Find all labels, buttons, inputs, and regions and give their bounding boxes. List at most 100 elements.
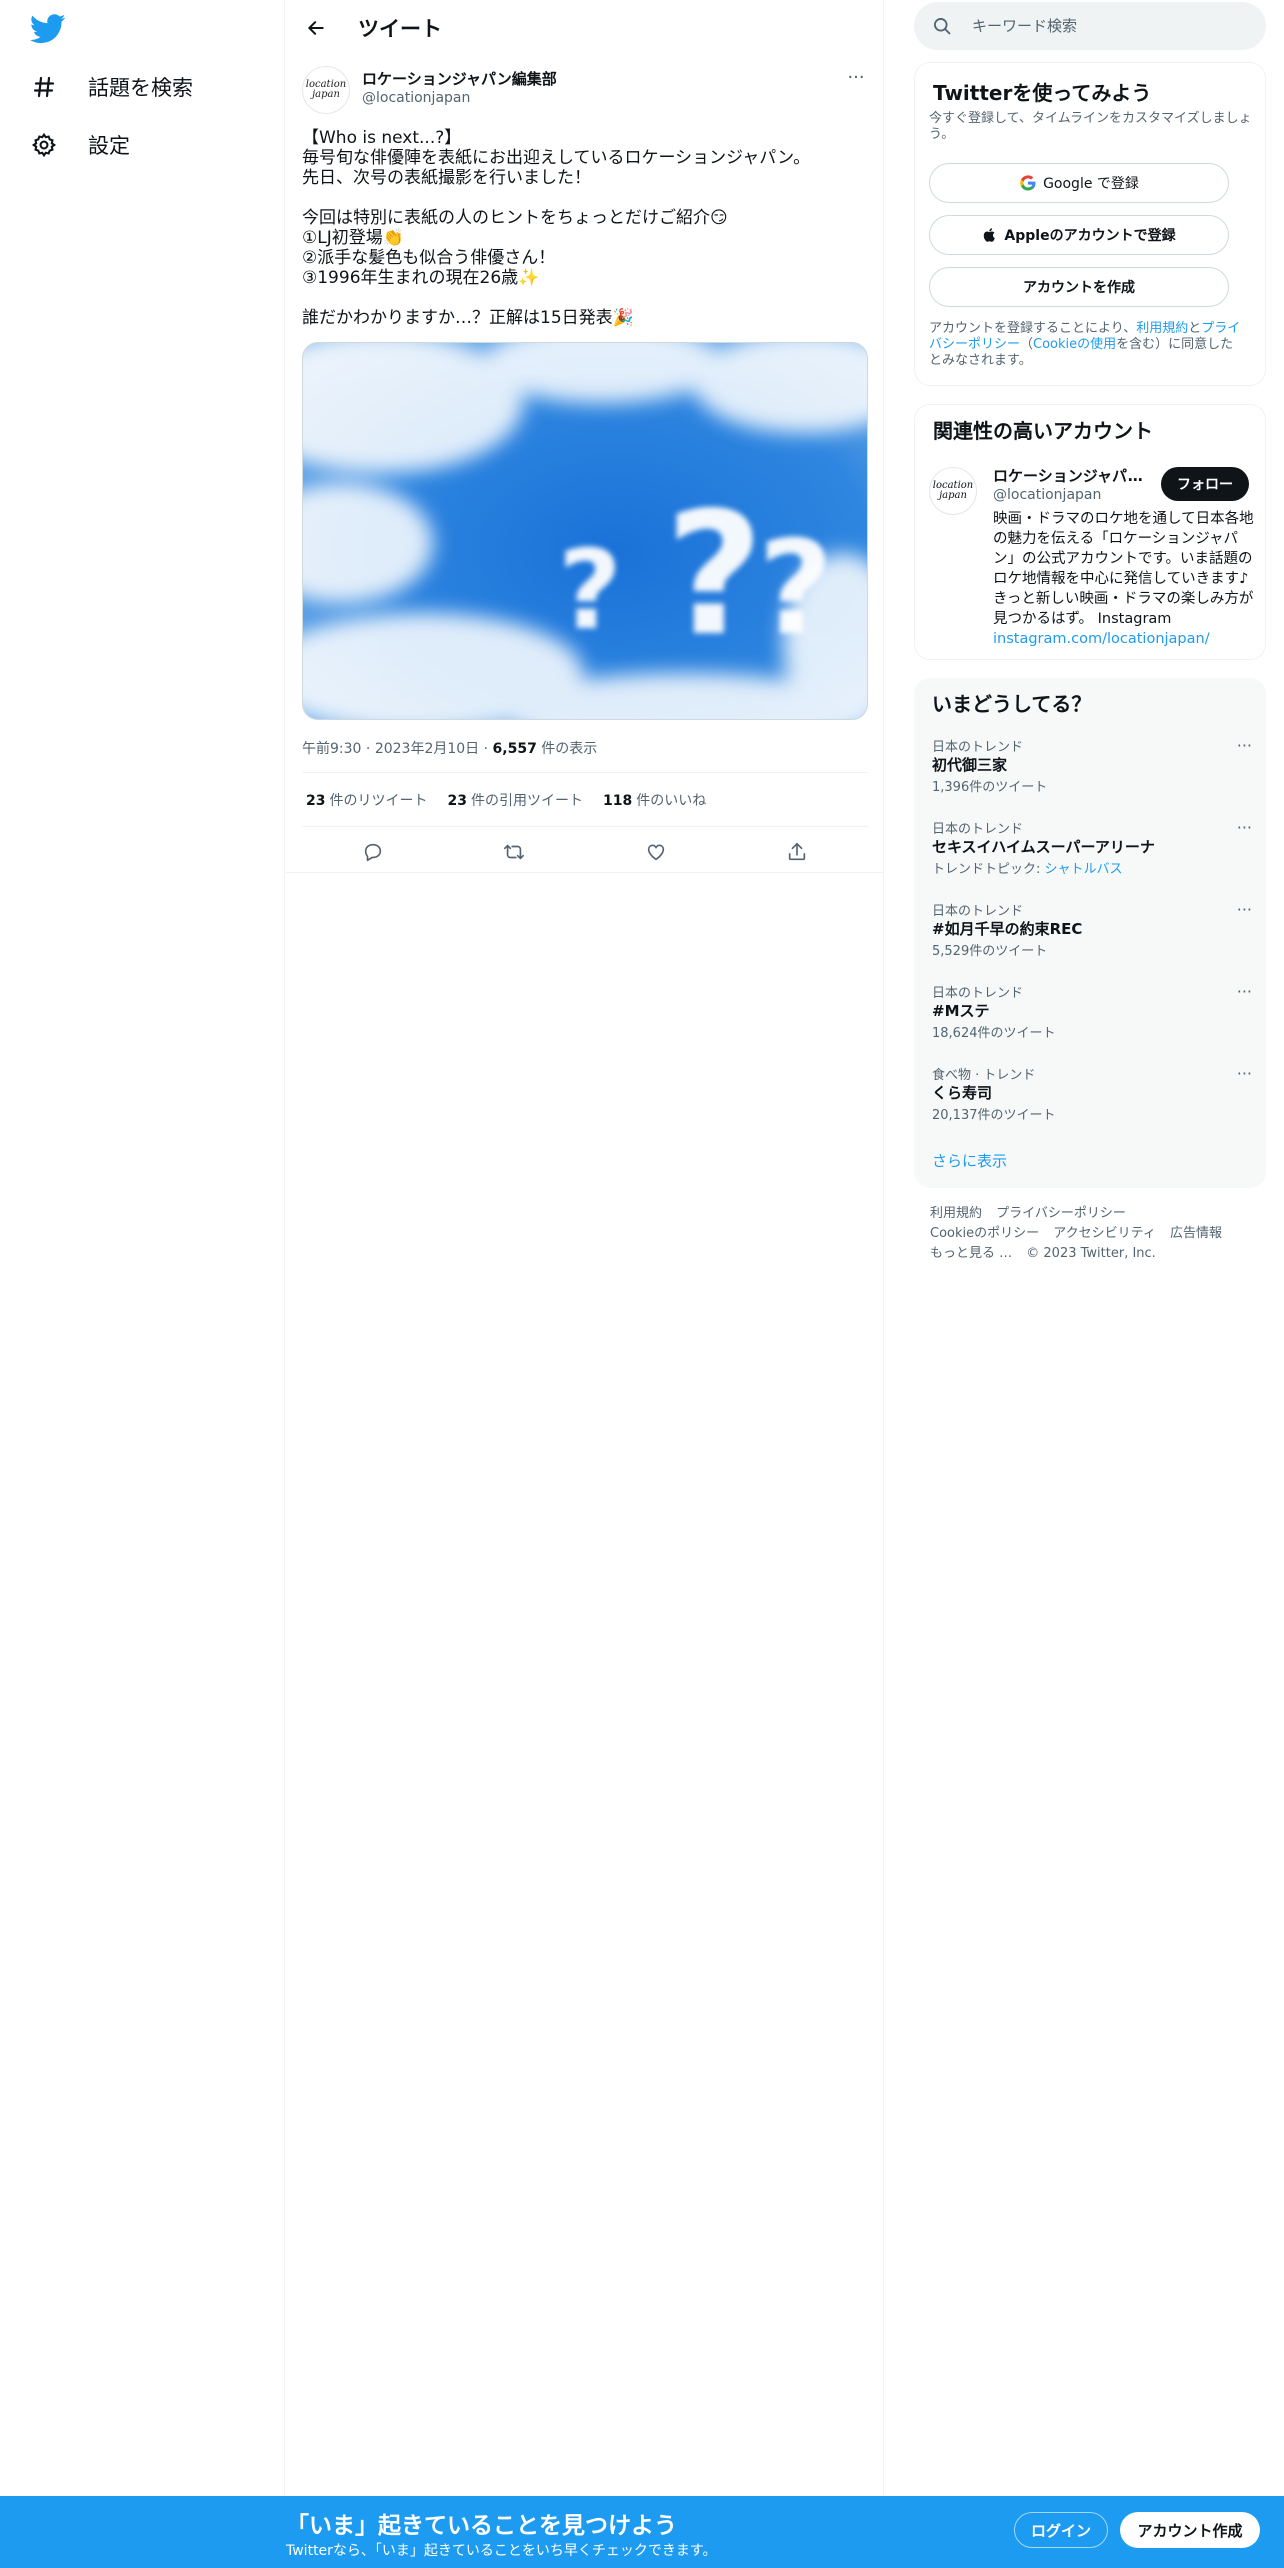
signup-card: Twitterを使ってみよう 今すぐ登録して、タイムラインをカスタマイズしましょ… [914,62,1266,386]
trend-name: セキスイハイムスーパーアリーナ [932,838,1155,856]
follow-button[interactable]: フォロー [1161,467,1249,501]
trend-context: 食べ物 · トレンド [932,1068,1036,1083]
twitter-bird-icon[interactable] [29,14,66,44]
quotes-count: 23 [447,793,467,809]
tweet-line [302,288,868,308]
gear-icon [30,131,58,159]
likes-count: 118 [602,793,633,809]
create-account-label: アカウントを作成 [1023,280,1135,296]
trends-card: いまどうしてる？ 日本のトレンド 初代御三家 1,396件のツイート ··· 日… [914,678,1266,1188]
trend-sub: 20,137件のツイート [932,1104,1056,1123]
tweet-actions [302,832,868,872]
search-input[interactable] [972,14,1242,38]
related-accounts-card: 関連性の高いアカウント location japan ロケーションジャパン編集部… [914,404,1266,660]
footer-link-cookie[interactable]: Cookieのポリシー [930,1226,1039,1241]
like-button[interactable] [638,834,674,870]
login-button[interactable]: ログイン [1014,2512,1108,2548]
arrow-left-icon [308,21,324,35]
avatar-logo-text: location japan [305,79,347,100]
more-options-icon[interactable]: ··· [1237,1064,1252,1083]
nav-settings[interactable]: 設定 [30,120,130,170]
apple-signup-button[interactable]: Appleのアカウントで登録 [929,215,1229,255]
google-signup-label: Google で登録 [1043,176,1139,192]
reply-button[interactable] [355,834,391,870]
trend-sub-text: 5,529件のツイート [932,944,1048,959]
footer-link-privacy[interactable]: プライバシーポリシー [996,1206,1126,1221]
trend-item[interactable]: 日本のトレンド #如月千早の約束REC 5,529件のツイート ··· [932,900,1252,970]
trend-sub: トレンドトピック: シャトルバス [932,858,1123,877]
author-name[interactable]: ロケーションジャパン編集部 [362,68,557,89]
more-options-icon[interactable]: ··· [1237,982,1252,1001]
main-column: ツイート location japan ロケーションジャパン編集部 @locat… [286,0,884,2568]
banner-signup-button[interactable]: アカウント作成 [1120,2512,1260,2548]
views-count: 6,557 [492,741,537,757]
more-options-icon[interactable]: ··· [844,67,868,88]
back-button[interactable] [300,12,332,44]
tweet-line: 毎号旬な俳優陣を表紙にお出迎えしているロケーションジャパン。 [302,148,811,168]
signup-title: Twitterを使ってみよう [933,81,1152,105]
cookie-link[interactable]: Cookieの使用 [1033,337,1116,352]
terms-link[interactable]: 利用規約 [1136,321,1188,336]
svg-text:?: ? [558,526,622,654]
trend-context: 日本のトレンド [932,740,1024,755]
terms-text: と [1188,321,1202,336]
tweet-time[interactable]: 午前9:30 [302,741,361,757]
more-options-icon[interactable]: ··· [1237,900,1252,919]
svg-text:?: ? [665,476,764,674]
page-title: ツイート [358,17,442,41]
footer-link-terms[interactable]: 利用規約 [930,1206,982,1221]
retweet-button[interactable] [496,834,532,870]
trend-item[interactable]: 食べ物 · トレンド くら寿司 20,137件のツイート ··· [932,1064,1252,1134]
author-handle[interactable]: @locationjapan [362,90,470,106]
more-options-icon[interactable]: ··· [1237,818,1252,837]
share-button[interactable] [779,834,815,870]
trend-name: 初代御三家 [932,756,1008,774]
footer-link-ads[interactable]: 広告情報 [1170,1226,1222,1241]
tweet-meta: 午前9:30 · 2023年2月10日 · 6,557 件の表示 [302,738,597,758]
show-more-link[interactable]: さらに表示 [932,1150,1007,1171]
tweet-text: 【Who is next...?】 毎号旬な俳優陣を表紙にお出迎えしているロケー… [302,128,868,328]
trend-name: #如月千早の約束REC [932,920,1083,938]
banner-subtitle: Twitterなら、「いま」起きていることをいち早くチェックできます。 [286,2543,717,2559]
trend-name: くら寿司 [932,1084,993,1102]
heart-icon [647,844,664,861]
retweets-stat[interactable]: 23 件のリツイート [306,790,427,810]
trend-name: #Mステ [932,1002,990,1020]
footer-link-more[interactable]: もっと見る … [930,1246,1012,1261]
hashtag-icon [30,73,58,101]
create-account-button[interactable]: アカウントを作成 [929,267,1229,307]
likes-label: 件のいいね [636,793,707,809]
retweets-label: 件のリツイート [329,793,428,809]
trend-topic-link[interactable]: シャトルバス [1045,862,1123,877]
trend-context: 日本のトレンド [932,822,1024,837]
related-title: 関連性の高いアカウント [933,419,1153,443]
trend-item[interactable]: 日本のトレンド #Mステ 18,624件のツイート ··· [932,982,1252,1052]
left-nav: 話題を検索 設定 [0,0,285,2568]
related-handle[interactable]: @locationjapan [993,487,1101,503]
tweet-date[interactable]: 2023年2月10日 [375,741,479,757]
quotes-stat[interactable]: 23 件の引用ツイート [447,790,582,810]
tweet-media-image[interactable]: ? ? ? [302,342,868,720]
related-bio: 映画・ドラマのロケ地を通して日本各地の魅力を伝える「ロケーションジャパン」の公式… [993,509,1255,649]
nav-explore[interactable]: 話題を検索 [30,62,193,112]
google-signup-button[interactable]: Google で登録 [929,163,1229,203]
search-bar[interactable] [914,2,1266,50]
related-avatar[interactable]: location japan [929,467,977,515]
trend-sub-text: 1,396件のツイート [932,780,1048,795]
trend-sub: 18,624件のツイート [932,1022,1056,1041]
trend-item[interactable]: 日本のトレンド セキスイハイムスーパーアリーナ トレンドトピック: シャトルバス… [932,818,1252,888]
author-avatar[interactable]: location japan [302,66,350,114]
trends-title: いまどうしてる？ [932,692,1092,716]
more-options-icon[interactable]: ··· [1237,736,1252,755]
related-bio-text: 映画・ドラマのロケ地を通して日本各地の魅力を伝える「ロケーションジャパン」の公式… [993,511,1254,627]
search-icon [934,18,951,35]
footer-link-accessibility[interactable]: アクセシビリティ [1053,1226,1156,1241]
avatar-logo-text: location japan [932,480,974,501]
signup-terms: アカウントを登録することにより、利用規約とプライバシーポリシー（Cookieの使… [929,321,1245,369]
google-icon [1020,175,1036,191]
apple-signup-label: Appleのアカウントで登録 [1004,228,1176,244]
related-bio-link[interactable]: instagram.com/locationjapan/ [993,631,1210,647]
likes-stat[interactable]: 118 件のいいね [603,790,706,810]
related-name[interactable]: ロケーションジャパン編集部 [993,465,1153,486]
trend-item[interactable]: 日本のトレンド 初代御三家 1,396件のツイート ··· [932,736,1252,806]
